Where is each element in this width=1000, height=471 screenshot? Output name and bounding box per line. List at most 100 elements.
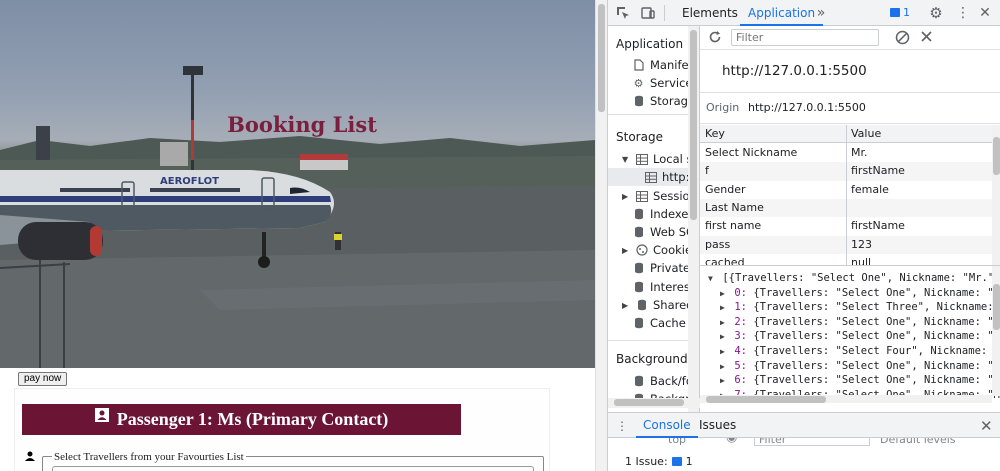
delete-selected-icon[interactable] <box>920 30 933 46</box>
inspect-element-icon[interactable] <box>615 5 631 21</box>
sidebar-item-label: Service <box>650 76 693 90</box>
favourites-select[interactable] <box>52 466 534 471</box>
row-value: female <box>851 182 889 196</box>
sidebar-item-indexeddb[interactable]: Indexed <box>632 205 696 223</box>
collapsed-arrow-icon[interactable]: ▶ <box>720 303 728 312</box>
sidebar-item-local-storage[interactable]: ▼ Local st <box>622 150 697 168</box>
row-key: Gender <box>705 182 746 196</box>
preview-root[interactable]: ▼ [{Travellers: "Select One", Nickname: … <box>708 272 1000 284</box>
console-toolbar: top ◉ Filter Default levels <box>608 438 1000 450</box>
row-key: Select Nickname <box>705 146 798 159</box>
clear-all-icon[interactable] <box>895 30 910 48</box>
drawer-menu-icon[interactable]: ⋮ <box>616 419 628 433</box>
filter-input[interactable] <box>731 29 879 46</box>
sidebar-item-cookies[interactable]: ▶ Cookies <box>622 241 698 259</box>
collapsed-arrow-icon[interactable]: ▶ <box>720 332 728 341</box>
preview-horizontal-thumb[interactable] <box>706 396 826 403</box>
sidebar-item-service-workers[interactable]: ⚙ Service <box>632 74 693 92</box>
close-devtools-icon[interactable]: ✕ <box>977 5 993 21</box>
cookie-icon <box>635 244 648 257</box>
preview-item[interactable]: ▶ 5: {Travellers: "Select One", Nickname… <box>720 360 1000 372</box>
origin-title: http://127.0.0.1:5500 <box>722 63 867 79</box>
devtools-panel: Elements Application » 1 ⚙ ⋮ ✕ Applicati… <box>607 0 1000 471</box>
preview-text: {Travellers: "Select Three", Nickname: " <box>753 301 1000 314</box>
collapsed-arrow-icon[interactable]: ▶ <box>720 289 728 298</box>
collapsed-arrow-icon[interactable]: ▶ <box>720 318 728 327</box>
sidebar-item-web-sql[interactable]: Web SC <box>632 223 694 241</box>
preview-item[interactable]: ▶ 3: {Travellers: "Select One", Nickname… <box>720 330 1000 342</box>
pay-now-button[interactable]: pay now <box>18 372 68 386</box>
row-value: null <box>851 255 872 265</box>
column-divider[interactable] <box>846 125 847 265</box>
preview-scrollbar[interactable] <box>992 266 1000 396</box>
sidebar-item-interest-groups[interactable]: Interest <box>632 278 694 296</box>
sidebar-divider <box>608 340 699 341</box>
sidebar-divider <box>608 114 699 115</box>
sidebar-item-shared-storage[interactable]: ▶ Shared <box>622 296 694 314</box>
preview-item[interactable]: ▶ 1: {Travellers: "Select Three", Nickna… <box>720 301 1000 313</box>
passenger-header-text: Passenger 1: Ms (Primary Contact) <box>116 409 389 429</box>
issues-badge[interactable]: 1 <box>890 6 910 19</box>
tab-application[interactable]: Application <box>740 0 824 26</box>
drawer-tabs: ⋮ Console Issues ✕ <box>608 413 1000 438</box>
sidebar-item-local-origin[interactable]: http:/ <box>608 168 699 186</box>
tab-console[interactable]: Console <box>636 413 698 438</box>
collapsed-arrow-icon[interactable]: ▶ <box>622 301 630 310</box>
eye-icon[interactable]: ◉ <box>726 438 737 445</box>
database-icon <box>632 281 645 294</box>
sidebar-horizontal-scrollbar[interactable] <box>608 398 700 408</box>
more-options-icon[interactable]: ⋮ <box>955 5 971 21</box>
row-key: pass <box>705 237 731 251</box>
collapsed-arrow-icon[interactable]: ▶ <box>622 246 630 255</box>
close-drawer-icon[interactable]: ✕ <box>980 417 993 435</box>
sidebar-item-cache-storage[interactable]: Cache s <box>632 314 695 332</box>
column-header-value[interactable]: Value <box>851 127 881 140</box>
collapsed-arrow-icon[interactable]: ▶ <box>720 376 728 385</box>
more-tabs-icon[interactable]: » <box>813 5 829 21</box>
favourites-legend: Select Travellers from your Favourties L… <box>52 451 246 463</box>
settings-gear-icon[interactable]: ⚙ <box>928 4 944 22</box>
preview-horizontal-scrollbar[interactable] <box>700 395 992 403</box>
sidebar-item-label: Back/fo <box>650 374 693 388</box>
refresh-icon[interactable] <box>708 30 722 47</box>
console-filter-input[interactable]: Filter <box>754 438 870 446</box>
tab-elements[interactable]: Elements <box>674 0 746 26</box>
preview-scrollbar-thumb[interactable] <box>993 284 1000 330</box>
preview-item[interactable]: ▶ 0: {Travellers: "Select One", Nickname… <box>720 287 1000 299</box>
collapsed-arrow-icon[interactable]: ▶ <box>720 362 728 371</box>
column-header-key[interactable]: Key <box>705 127 725 140</box>
table-icon <box>635 190 648 203</box>
page-scrollbar-thumb[interactable] <box>598 4 605 112</box>
sidebar-scrollbar[interactable] <box>688 26 699 412</box>
context-selector[interactable]: top <box>668 438 686 446</box>
table-scrollbar-thumb[interactable] <box>993 137 1000 175</box>
sidebar-scrollbar-thumb[interactable] <box>690 30 697 220</box>
page-scrollbar[interactable] <box>595 0 607 471</box>
airplane-photo: AEROFLOT <box>0 66 595 368</box>
preview-text: {Travellers: "Select One", Nickname: "Mr <box>753 359 1000 372</box>
log-levels-dropdown[interactable]: Default levels <box>880 438 956 446</box>
issues-count: 1 <box>903 6 910 19</box>
table-scrollbar[interactable] <box>992 125 1000 265</box>
sidebar-item-back-forward-cache[interactable]: Back/fo <box>632 372 693 390</box>
sidebar-item-private-state[interactable]: Private <box>632 259 690 277</box>
collapsed-arrow-icon[interactable]: ▶ <box>622 192 630 201</box>
tab-issues[interactable]: Issues <box>692 413 743 438</box>
device-toolbar-icon[interactable] <box>640 5 656 21</box>
preview-item[interactable]: ▶ 6: {Travellers: "Select One", Nickname… <box>720 374 1000 386</box>
expanded-arrow-icon[interactable]: ▼ <box>622 155 630 164</box>
preview-item[interactable]: ▶ 4: {Travellers: "Select Four", Nicknam… <box>720 345 1000 357</box>
expanded-arrow-icon[interactable]: ▼ <box>708 274 716 283</box>
sidebar-item-session-storage[interactable]: ▶ Session <box>622 187 697 205</box>
issues-summary[interactable]: 1 Issue: 1 <box>625 455 693 468</box>
database-icon <box>635 299 648 312</box>
sidebar-item-storage[interactable]: Storage <box>632 92 695 110</box>
collapsed-arrow-icon[interactable]: ▶ <box>720 347 728 356</box>
console-drawer: ⋮ Console Issues ✕ top ◉ Filter Default … <box>608 412 1000 471</box>
preview-item[interactable]: ▶ 2: {Travellers: "Select One", Nickname… <box>720 316 1000 328</box>
row-key: cached <box>705 255 745 265</box>
row-value: Mr. <box>851 146 868 159</box>
preview-text: {Travellers: "Select Four", Nickname: "M <box>753 345 1000 357</box>
passenger-header: Passenger 1: Ms (Primary Contact) <box>22 404 461 435</box>
sidebar-horizontal-thumb[interactable] <box>614 399 684 406</box>
